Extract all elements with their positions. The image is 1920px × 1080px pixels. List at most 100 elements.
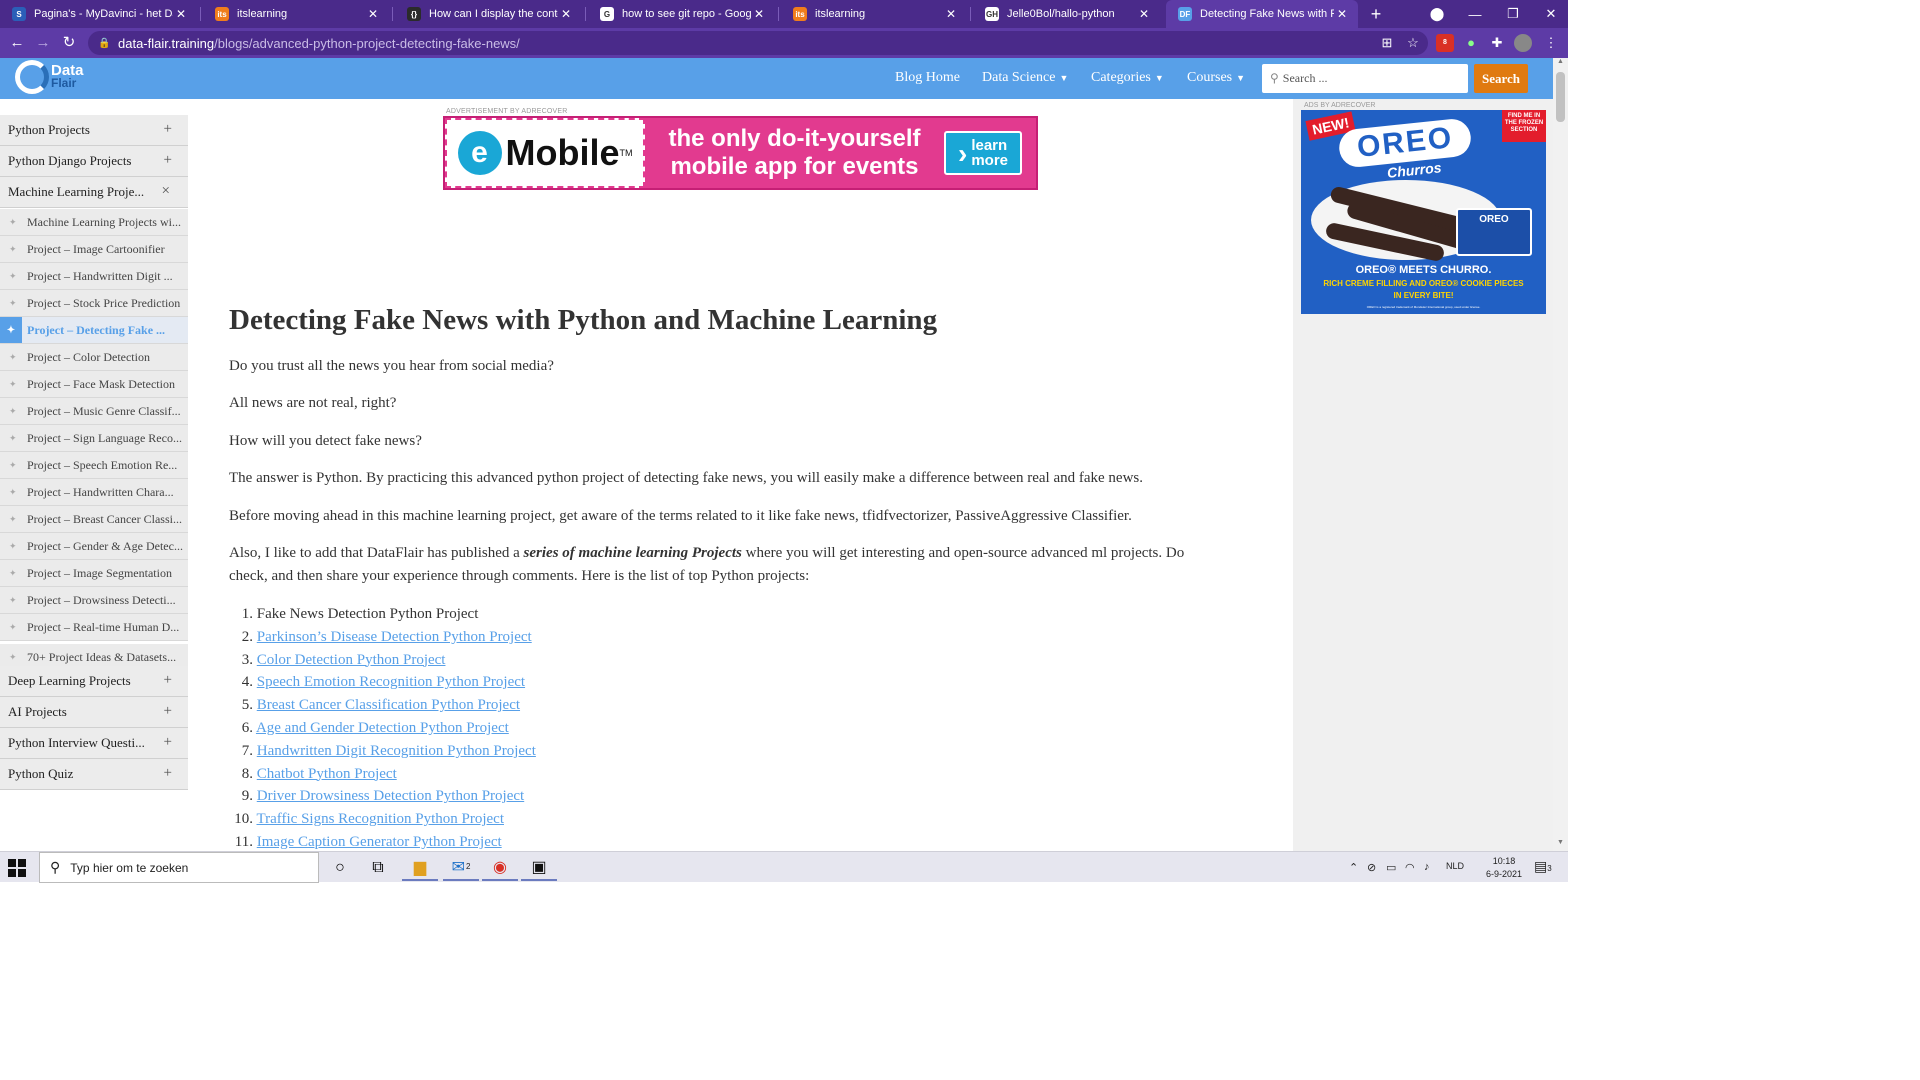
project-link[interactable]: Driver Drowsiness Detection Python Proje… <box>257 788 524 804</box>
network-status-icon[interactable]: ⊘ <box>1367 861 1376 874</box>
project-link[interactable]: Image Caption Generator Python Project <box>257 834 502 850</box>
project-link[interactable]: Color Detection Python Project <box>257 652 446 668</box>
kebab-menu-icon[interactable]: ⋮ <box>1542 34 1560 52</box>
sidebar-item[interactable]: ✦ Machine Learning Projects wi... <box>0 209 188 236</box>
sidebar-section[interactable]: Python Django Projects + <box>0 146 188 177</box>
sidebar-item[interactable]: ✦ Project – Music Genre Classif... <box>0 398 188 425</box>
close-tab-icon[interactable]: ✕ <box>943 7 959 21</box>
browser-tab[interactable]: its itslearning ✕ <box>781 0 967 28</box>
sidebar-section[interactable]: Python Projects + <box>0 115 188 146</box>
bookmark-star-icon[interactable]: ☆ <box>1404 34 1422 52</box>
browser-tab[interactable]: S Pagina's - MyDavinci - het Da Vi✕ <box>0 0 197 28</box>
browser-tab[interactable]: {} How can I display the contents o✕ <box>395 0 582 28</box>
terminal-icon[interactable]: ▣ <box>521 854 557 881</box>
dataflair-logo[interactable]: Data Flair <box>15 60 84 94</box>
menu-blog-home[interactable]: Blog Home <box>895 70 960 86</box>
profile-avatar[interactable] <box>1514 34 1532 52</box>
collapse-icon[interactable]: × <box>162 183 170 200</box>
sidebar-item[interactable]: ✦ Project – Speech Emotion Re... <box>0 452 188 479</box>
file-explorer-icon[interactable]: ▆ <box>402 854 438 881</box>
sidebar-item[interactable]: ✦ Project – Stock Price Prediction <box>0 290 188 317</box>
extension-dot-icon[interactable]: ● <box>1462 34 1480 52</box>
task-view-icon[interactable]: ⧉ <box>360 854 396 881</box>
wifi-icon[interactable]: ◠ <box>1405 861 1415 874</box>
forward-arrow-icon[interactable]: → <box>34 34 52 52</box>
browser-tab[interactable]: its itslearning ✕ <box>203 0 389 28</box>
sidebar-item[interactable]: ✦ Project – Sign Language Reco... <box>0 425 188 452</box>
sidebar-section[interactable]: Deep Learning Projects + <box>0 666 188 697</box>
scroll-up-icon[interactable]: ▲ <box>1553 58 1568 70</box>
browser-tab[interactable]: GH Jelle0Bol/hallo-python ✕ <box>973 0 1160 28</box>
taskbar-search-input[interactable]: ⚲ Typ hier om te zoeken <box>39 852 319 883</box>
expand-icon[interactable]: + <box>164 121 172 138</box>
close-tab-icon[interactable]: ✕ <box>1136 7 1152 21</box>
oreo-churros-ad[interactable]: NEW! FIND ME IN THE FROZEN SECTION OREO … <box>1301 110 1546 314</box>
project-link[interactable]: Chatbot Python Project <box>257 766 397 782</box>
sidebar-item[interactable]: ✦ Project – Gender & Age Detec... <box>0 533 188 560</box>
mail-icon[interactable]: ✉ 2 <box>443 854 479 881</box>
menu-courses[interactable]: Courses ▼ <box>1187 70 1245 86</box>
puzzle-extensions-icon[interactable]: ✚ <box>1488 34 1506 52</box>
expand-icon[interactable]: + <box>164 152 172 169</box>
project-link[interactable]: Handwritten Digit Recognition Python Pro… <box>257 743 536 759</box>
search-button[interactable]: Search <box>1474 64 1528 93</box>
address-bar[interactable]: 🔒 data-flair.training/blogs/advanced-pyt… <box>88 31 1428 55</box>
windows-start-icon[interactable] <box>8 859 26 877</box>
project-link[interactable]: Parkinson’s Disease Detection Python Pro… <box>257 629 532 645</box>
sidebar-section[interactable]: Python Interview Questi... + <box>0 728 188 759</box>
expand-icon[interactable]: + <box>164 672 172 689</box>
page-scrollbar[interactable]: ▲ ▼ <box>1553 58 1568 851</box>
project-link[interactable]: Breast Cancer Classification Python Proj… <box>257 697 520 713</box>
new-tab-button[interactable]: + <box>1366 4 1386 24</box>
restore-icon[interactable]: ❐ <box>1494 0 1532 28</box>
close-tab-icon[interactable]: ✕ <box>558 7 574 21</box>
cortana-icon[interactable]: ○ <box>322 854 358 881</box>
scroll-down-icon[interactable]: ▼ <box>1553 839 1568 851</box>
browser-tab[interactable]: DF Detecting Fake News with Pytho✕ <box>1166 0 1358 28</box>
sidebar-item[interactable]: ✦ Project – Real-time Human D... <box>0 614 188 641</box>
expand-icon[interactable]: + <box>164 765 172 782</box>
menu-data-science[interactable]: Data Science ▼ <box>982 70 1068 86</box>
menu-categories[interactable]: Categories ▼ <box>1091 70 1164 86</box>
sidebar-item[interactable]: ✦ Project – Color Detection <box>0 344 188 371</box>
project-link[interactable]: Traffic Signs Recognition Python Project <box>256 811 504 827</box>
sidebar-section[interactable]: Python Quiz + <box>0 759 188 790</box>
reload-icon[interactable]: ↻ <box>60 34 78 52</box>
notifications-icon[interactable]: ▤3 <box>1534 858 1552 875</box>
sidebar-item[interactable]: ✦ Project – Image Cartoonifier <box>0 236 188 263</box>
system-clock[interactable]: 10:18 6-9-2021 <box>1480 855 1528 881</box>
translate-icon[interactable]: ⊞ <box>1378 34 1396 52</box>
volume-icon[interactable]: ♪ <box>1424 861 1430 873</box>
banner-learn-more-button[interactable]: › learn more <box>944 131 1022 175</box>
sidebar-item[interactable]: ✦ Project – Handwritten Chara... <box>0 479 188 506</box>
scrollbar-thumb[interactable] <box>1556 72 1565 122</box>
sidebar-section[interactable]: Machine Learning Proje... × <box>0 177 188 208</box>
sidebar-item[interactable]: ✦ Project – Breast Cancer Classi... <box>0 506 188 533</box>
expand-icon[interactable]: + <box>164 703 172 720</box>
show-hidden-icons-icon[interactable]: ⌃ <box>1349 861 1358 874</box>
browser-tab[interactable]: Ghow to see git repo - Google zo✕ <box>588 0 775 28</box>
profile-menu-icon[interactable]: ⬤ <box>1418 0 1456 28</box>
project-link[interactable]: Speech Emotion Recognition Python Projec… <box>257 674 525 690</box>
language-indicator[interactable]: NLD <box>1446 861 1464 871</box>
emobile-banner-ad[interactable]: e Mobile TM the only do-it-yourself mobil… <box>443 116 1038 190</box>
minimize-icon[interactable]: — <box>1456 0 1494 28</box>
sidebar-item[interactable]: ✦ Project – Drowsiness Detecti... <box>0 587 188 614</box>
close-tab-icon[interactable]: ✕ <box>173 7 189 21</box>
close-tab-icon[interactable]: ✕ <box>751 7 767 21</box>
adblock-extension-icon[interactable]: 8 <box>1436 34 1454 52</box>
expand-icon[interactable]: + <box>164 734 172 751</box>
sidebar-item[interactable]: ✦ Project – Handwritten Digit ... <box>0 263 188 290</box>
close-tab-icon[interactable]: ✕ <box>1334 7 1350 21</box>
sidebar-item[interactable]: ✦ Project – Face Mask Detection <box>0 371 188 398</box>
battery-icon[interactable]: ▭ <box>1386 861 1396 874</box>
sidebar-item[interactable]: ✦ Project – Image Segmentation <box>0 560 188 587</box>
project-link[interactable]: Age and Gender Detection Python Project <box>256 720 509 736</box>
close-tab-icon[interactable]: ✕ <box>365 7 381 21</box>
sidebar-section[interactable]: AI Projects + <box>0 697 188 728</box>
sidebar-item[interactable]: ✦ Project – Detecting Fake ... <box>0 317 188 344</box>
chrome-icon[interactable]: ◉ <box>482 854 518 881</box>
close-window-icon[interactable]: ✕ <box>1532 0 1570 28</box>
site-search-input[interactable]: ⚲ Search ... <box>1262 64 1468 93</box>
back-arrow-icon[interactable]: ← <box>8 34 26 52</box>
